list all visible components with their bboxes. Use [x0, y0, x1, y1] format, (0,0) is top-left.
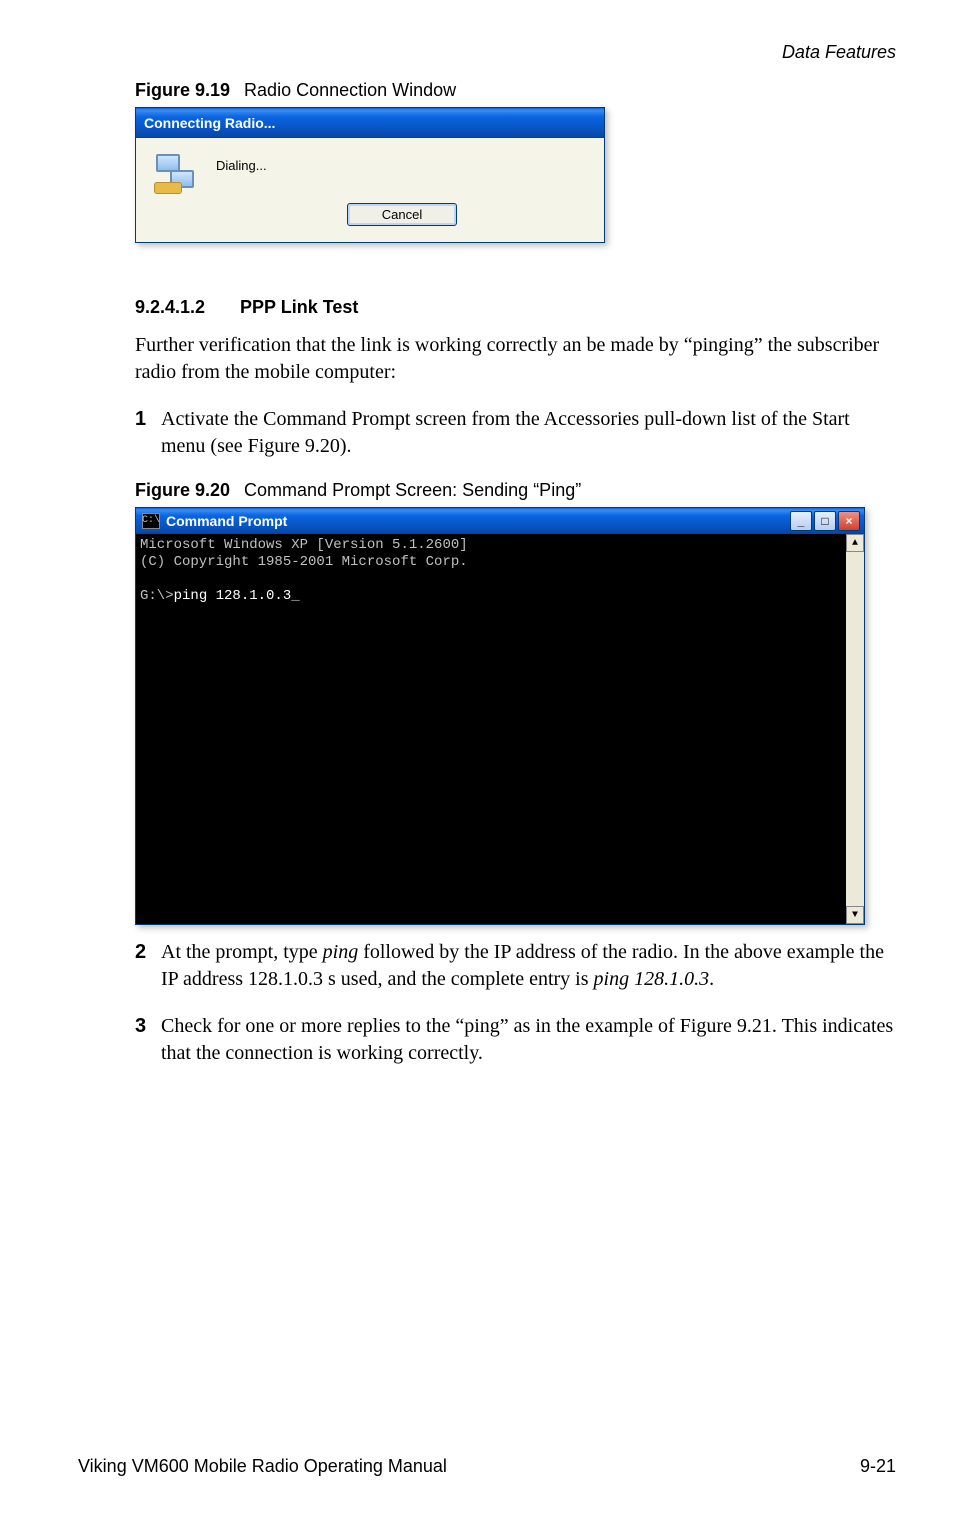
close-button[interactable]: × — [838, 511, 860, 531]
text-fragment: At the prompt, type — [161, 941, 323, 963]
cmd-cursor: _ — [291, 588, 299, 604]
step-text: Activate the Command Prompt screen from … — [161, 406, 895, 460]
page-footer: Viking VM600 Mobile Radio Operating Manu… — [78, 1456, 896, 1477]
figure-title: Radio Connection Window — [244, 80, 456, 100]
scroll-up-button[interactable]: ▲ — [846, 534, 864, 552]
text-fragment-italic: ping — [323, 941, 359, 963]
step-text: Check for one or more replies to the “pi… — [161, 1013, 895, 1067]
section-title: PPP Link Test — [240, 297, 358, 317]
cmd-prompt: G:\> — [140, 588, 174, 604]
cmd-title: Command Prompt — [166, 513, 790, 529]
figure-9-19-dialog: Connecting Radio... Dialing... Cancel — [135, 107, 605, 243]
scroll-down-button[interactable]: ▼ — [846, 906, 864, 924]
network-dial-icon — [152, 154, 200, 202]
step-number: 1 — [135, 406, 161, 460]
cmd-text-area[interactable]: Microsoft Windows XP [Version 5.1.2600] … — [136, 534, 846, 924]
scroll-track[interactable] — [846, 552, 864, 906]
text-fragment: . — [709, 968, 714, 990]
maximize-button[interactable]: □ — [814, 511, 836, 531]
console-icon: C:\ — [142, 513, 160, 529]
dialog-titlebar: Connecting Radio... — [136, 108, 604, 138]
step-3: 3 Check for one or more replies to the “… — [135, 1013, 895, 1067]
minimize-button[interactable]: _ — [790, 511, 812, 531]
section-number: 9.2.4.1.2 — [135, 297, 235, 318]
cmd-scrollbar[interactable]: ▲ ▼ — [846, 534, 864, 924]
figure-label: Figure 9.19 — [135, 80, 230, 100]
cmd-line-1: Microsoft Windows XP [Version 5.1.2600] — [140, 537, 468, 553]
intro-paragraph: Further verification that the link is wo… — [135, 332, 895, 386]
step-2: 2 At the prompt, type ping followed by t… — [135, 939, 895, 993]
dialog-title: Connecting Radio... — [144, 115, 275, 131]
dialog-status-text: Dialing... — [216, 158, 588, 173]
figure-caption-9-20: Figure 9.20 Command Prompt Screen: Sendin… — [135, 480, 895, 501]
cmd-titlebar: C:\ Command Prompt _ □ × — [136, 508, 864, 534]
figure-title: Command Prompt Screen: Sending “Ping” — [244, 480, 581, 500]
footer-right: 9-21 — [860, 1456, 896, 1477]
figure-9-20-command-prompt: C:\ Command Prompt _ □ × Microsoft Windo… — [135, 507, 865, 925]
cmd-line-2: (C) Copyright 1985-2001 Microsoft Corp. — [140, 554, 468, 570]
step-number: 2 — [135, 939, 161, 993]
cancel-button[interactable]: Cancel — [347, 203, 457, 226]
text-fragment-italic: ping 128.1.0.3 — [594, 968, 710, 990]
step-number: 3 — [135, 1013, 161, 1067]
footer-left: Viking VM600 Mobile Radio Operating Manu… — [78, 1456, 447, 1477]
figure-label: Figure 9.20 — [135, 480, 230, 500]
step-text: At the prompt, type ping followed by the… — [161, 939, 895, 993]
figure-caption-9-19: Figure 9.19 Radio Connection Window — [135, 80, 895, 101]
section-heading: 9.2.4.1.2 PPP Link Test — [135, 297, 895, 318]
cmd-entry: ping 128.1.0.3 — [174, 588, 292, 604]
page-header: Data Features — [782, 42, 896, 63]
step-1: 1 Activate the Command Prompt screen fro… — [135, 406, 895, 460]
